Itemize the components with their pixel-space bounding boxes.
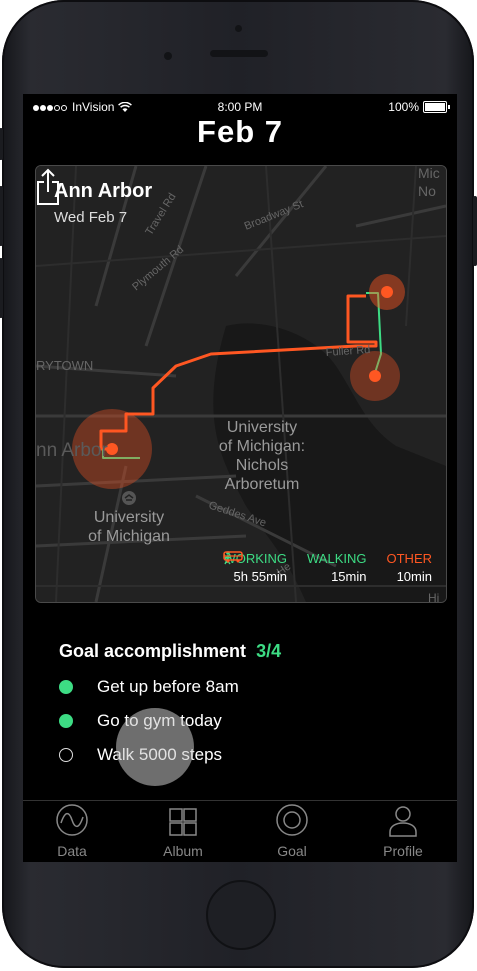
person-icon <box>389 806 417 837</box>
page-title-date: Feb 7 <box>197 114 283 149</box>
goal-checkbox-empty[interactable] <box>59 748 73 762</box>
map-label-um-1: University <box>94 509 164 526</box>
legend-walking-label: WALKING <box>307 551 367 566</box>
goal-checkbox-done[interactable] <box>59 714 73 728</box>
bus-icon <box>223 551 244 563</box>
university-marker-icon <box>122 491 136 505</box>
touch-indicator <box>116 708 194 786</box>
volume-down-button <box>0 258 3 318</box>
power-button <box>473 196 477 266</box>
map-label-no: No <box>418 183 436 199</box>
tab-profile[interactable]: Profile <box>363 801 443 862</box>
tab-album[interactable]: Album <box>143 801 223 862</box>
tab-album-label: Album <box>163 843 203 859</box>
speaker-grille <box>210 50 268 57</box>
tab-data-label: Data <box>57 843 87 859</box>
legend-walking: WALKING 15min <box>224 551 367 584</box>
front-camera <box>164 52 172 60</box>
map-label-arb-3: Nichols <box>236 457 288 474</box>
map-city-name: Ann Arbor <box>54 180 153 202</box>
legend-walking-value: 15min <box>331 569 367 584</box>
map-label-hi: Hi <box>428 591 439 602</box>
map-label-arb-4: Arboretum <box>225 476 300 493</box>
legend-working-value: 5h 55min <box>233 569 288 584</box>
goals-header: Goal accomplishment 3/4 <box>59 641 439 662</box>
share-icon[interactable] <box>36 166 60 206</box>
goal-item[interactable]: Get up before 8am <box>59 677 439 696</box>
route-map-card[interactable]: Travel Rd Plymouth Rd Broadway St Fuller… <box>35 165 447 603</box>
sensor-dot <box>235 25 242 32</box>
goals-count: 3/4 <box>256 641 282 661</box>
map-label-arb-1: University <box>227 419 297 436</box>
legend-other-value: 10min <box>396 569 432 584</box>
home-button[interactable] <box>206 880 276 950</box>
grid-icon <box>169 808 197 836</box>
mute-switch <box>0 128 3 160</box>
legend-other-label: OTHER <box>386 551 433 566</box>
map-canvas: Travel Rd Plymouth Rd Broadway St Fuller… <box>36 166 446 602</box>
tab-bar: Data Album Goal Profile <box>23 800 457 862</box>
map-label-rytown: RYTOWN <box>36 358 93 373</box>
tab-goal-label: Goal <box>277 843 307 859</box>
volume-up-button <box>0 186 3 246</box>
goal-item[interactable]: Go to gym today <box>59 711 439 730</box>
map-label-arb-2: of Michigan: <box>219 438 305 455</box>
battery-group: 100% <box>388 100 450 114</box>
goals-title: Goal accomplishment <box>59 641 247 661</box>
map-date: Wed Feb 7 <box>54 209 128 226</box>
route-legend: WORKING 5h 55min WALKING 15min OTHER 10m… <box>223 551 432 584</box>
app-screen: InVision 8:00 PM 100% Feb 7 Travel Rd Pl… <box>23 94 457 862</box>
tab-profile-label: Profile <box>383 843 423 859</box>
wave-icon <box>56 804 88 836</box>
phone-frame: InVision 8:00 PM 100% Feb 7 Travel Rd Pl… <box>0 0 477 968</box>
map-label-um-2: of Michigan <box>88 528 170 545</box>
goal-checkbox-done[interactable] <box>59 680 73 694</box>
legend-other: OTHER 10min <box>223 551 433 584</box>
battery-icon <box>423 101 450 113</box>
battery-percent: 100% <box>388 100 419 114</box>
map-label-mic: Mic <box>418 166 440 181</box>
map-label-ann-arbor: nn Arbor <box>36 440 108 461</box>
tab-goal[interactable]: Goal <box>252 801 332 862</box>
target-icon <box>276 804 308 836</box>
tab-data[interactable]: Data <box>32 801 112 862</box>
goal-label: Get up before 8am <box>97 677 239 696</box>
